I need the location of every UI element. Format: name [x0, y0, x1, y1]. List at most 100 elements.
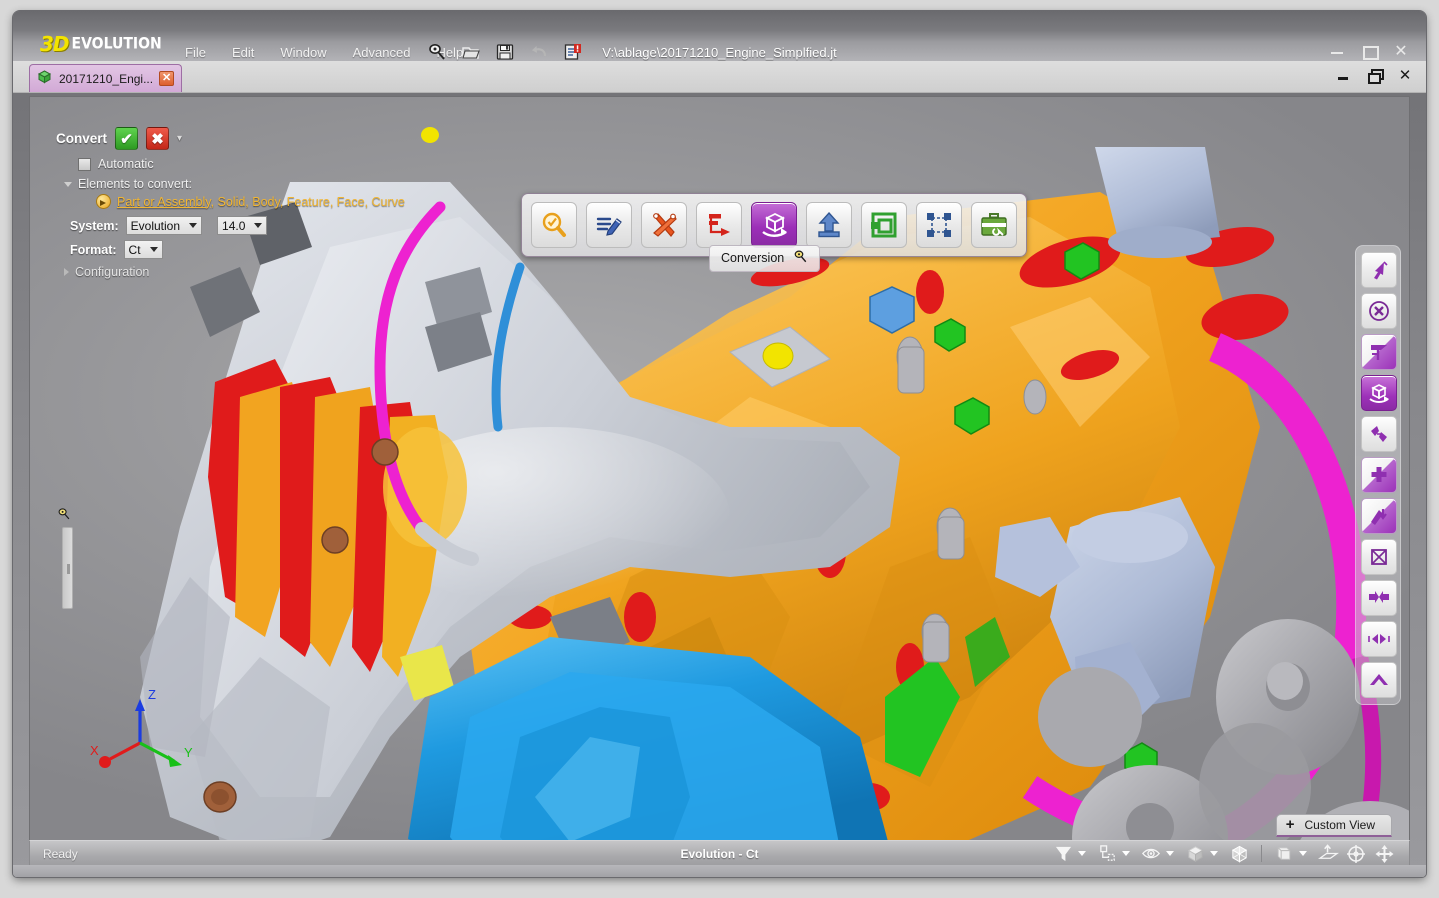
format-select-value: Ct — [129, 243, 141, 257]
conversion-cube-icon[interactable] — [751, 202, 797, 248]
custom-view-label: Custom View — [1305, 818, 1375, 832]
system-select-caret-icon — [189, 223, 197, 228]
status-separator — [1261, 845, 1262, 862]
format-label: Format: — [70, 243, 117, 257]
undo-arrow-icon[interactable] — [529, 42, 549, 61]
logo-evolution-text: EVOLUTION — [72, 35, 162, 53]
menu-item-file[interactable]: File — [185, 45, 206, 60]
axis-label-y: Y — [184, 745, 193, 760]
panel-splitter[interactable] — [62, 527, 73, 609]
toolbox-wrench-icon[interactable] — [971, 202, 1017, 248]
convert-options-caret-icon[interactable]: ▾ — [177, 133, 182, 144]
menu-item-edit[interactable]: Edit — [232, 45, 254, 60]
elements-expand-icon[interactable] — [64, 182, 72, 187]
chevron-up-icon[interactable] — [1361, 662, 1397, 698]
system-select[interactable]: Evolution — [126, 216, 202, 235]
document-tab[interactable]: 20171210_Engi... ✕ — [29, 64, 182, 92]
status-ready-text: Ready — [43, 847, 78, 861]
select-face-icon[interactable] — [1361, 334, 1397, 370]
visibility-eye-icon[interactable] — [1138, 843, 1164, 865]
format-row: Format: Ct — [70, 240, 408, 259]
open-folder-icon[interactable] — [461, 42, 481, 61]
application-window: 3D EVOLUTION File Edit Window Advanced H… — [13, 11, 1426, 877]
rotation-center-icon[interactable] — [1343, 843, 1369, 865]
menu-bar: File Edit Window Advanced Help — [185, 45, 463, 60]
convert-panel-title: Convert — [56, 131, 107, 146]
document-tab-strip: 20171210_Engi... ✕ ✕ — [13, 61, 1426, 93]
custom-view-button[interactable]: + Custom View — [1276, 814, 1392, 837]
document-tab-close-icon[interactable]: ✕ — [159, 71, 174, 86]
version-select[interactable]: 14.0 — [217, 216, 267, 235]
elements-value-row[interactable]: Part or Assembly, Solid, Body, Feature, … — [96, 194, 408, 209]
quick-access-toolbar — [427, 42, 583, 61]
deselect-circle-x-icon[interactable] — [1361, 293, 1397, 329]
mirror-parts-icon[interactable] — [1361, 416, 1397, 452]
selection-mode-caret-icon[interactable] — [1122, 851, 1130, 856]
window-maximize-button[interactable] — [1362, 44, 1376, 58]
assembly-cube-icon — [36, 68, 53, 90]
menu-item-advanced[interactable]: Advanced — [353, 45, 411, 60]
select-arrow-icon[interactable] — [1361, 252, 1397, 288]
boundary-box-icon[interactable] — [1361, 539, 1397, 575]
window-close-button[interactable]: ✕ — [1394, 44, 1408, 58]
system-label: System: — [70, 219, 119, 233]
export-upload-icon[interactable] — [806, 202, 852, 248]
panel-pin-icon[interactable] — [57, 507, 71, 521]
elements-value-rest: , Solid, Body, Feature, Face, Curve — [211, 195, 405, 209]
shading-caret-icon[interactable] — [1210, 851, 1218, 856]
move-down-icon[interactable] — [1361, 498, 1397, 534]
window-controls: ✕ — [1330, 44, 1408, 58]
visibility-caret-icon[interactable] — [1166, 851, 1174, 856]
convert-cube-icon[interactable] — [1361, 375, 1397, 411]
structure-tree-icon[interactable] — [696, 202, 742, 248]
filter-funnel-icon[interactable] — [1050, 843, 1076, 865]
go-arrow-icon[interactable] — [96, 194, 111, 209]
pick-pointer-icon[interactable] — [427, 42, 447, 61]
add-plus-icon[interactable] — [1361, 457, 1397, 493]
part-or-assembly-link[interactable]: Part or Assembly — [117, 195, 211, 209]
window-bottom-chrome — [13, 865, 1426, 877]
convert-panel: Convert ✔ ✖ ▾ Automatic Elements to conv… — [56, 127, 408, 279]
3d-viewport[interactable]: Convert ✔ ✖ ▾ Automatic Elements to conv… — [29, 96, 1410, 848]
pan-move-icon[interactable] — [1371, 843, 1397, 865]
system-row: System: Evolution 14.0 — [70, 216, 408, 235]
tooltip-pick-icon — [793, 249, 808, 267]
convert-cancel-button[interactable]: ✖ — [146, 127, 169, 150]
automatic-checkbox[interactable] — [78, 158, 91, 171]
automatic-option-row[interactable]: Automatic — [78, 157, 408, 171]
app-logo: 3D EVOLUTION — [40, 33, 175, 55]
convert-apply-button[interactable]: ✔ — [115, 127, 138, 150]
save-disk-icon[interactable] — [495, 42, 515, 61]
render-mode-caret-icon[interactable] — [1299, 851, 1307, 856]
axis-triad: Z X Y — [88, 677, 198, 787]
analyze-magnifier-icon[interactable] — [531, 202, 577, 248]
toolbar-tooltip: Conversion — [709, 245, 820, 272]
configuration-row[interactable]: Configuration — [64, 265, 408, 279]
mdi-close-button[interactable]: ✕ — [1398, 68, 1412, 82]
version-select-caret-icon — [254, 223, 262, 228]
frame-green-icon[interactable] — [861, 202, 907, 248]
elements-to-convert-row: Elements to convert: — [64, 177, 408, 191]
configuration-expand-icon[interactable] — [64, 268, 69, 276]
expand-outward-icon[interactable] — [1361, 621, 1397, 657]
document-tab-label: 20171210_Engi... — [59, 72, 153, 86]
mdi-restore-button[interactable] — [1367, 68, 1381, 82]
repair-tools-icon[interactable] — [641, 202, 687, 248]
wireframe-cube-icon[interactable] — [1226, 843, 1252, 865]
mdi-minimize-button[interactable] — [1336, 68, 1350, 82]
edit-list-pencil-icon[interactable] — [586, 202, 632, 248]
version-select-value: 14.0 — [222, 219, 245, 233]
window-minimize-button[interactable] — [1330, 44, 1344, 58]
selection-mode-icon[interactable] — [1094, 843, 1120, 865]
render-mode-icon[interactable] — [1271, 843, 1297, 865]
collapse-inward-icon[interactable] — [1361, 580, 1397, 616]
logo-3d-text: 3D — [40, 32, 69, 56]
shading-cube-icon[interactable] — [1182, 843, 1208, 865]
node-network-icon[interactable] — [916, 202, 962, 248]
section-plane-icon[interactable] — [1315, 843, 1341, 865]
log-warning-icon[interactable] — [563, 42, 583, 61]
filter-caret-icon[interactable] — [1078, 851, 1086, 856]
status-bar-tools — [1050, 843, 1397, 865]
format-select[interactable]: Ct — [124, 240, 163, 259]
menu-item-window[interactable]: Window — [280, 45, 326, 60]
